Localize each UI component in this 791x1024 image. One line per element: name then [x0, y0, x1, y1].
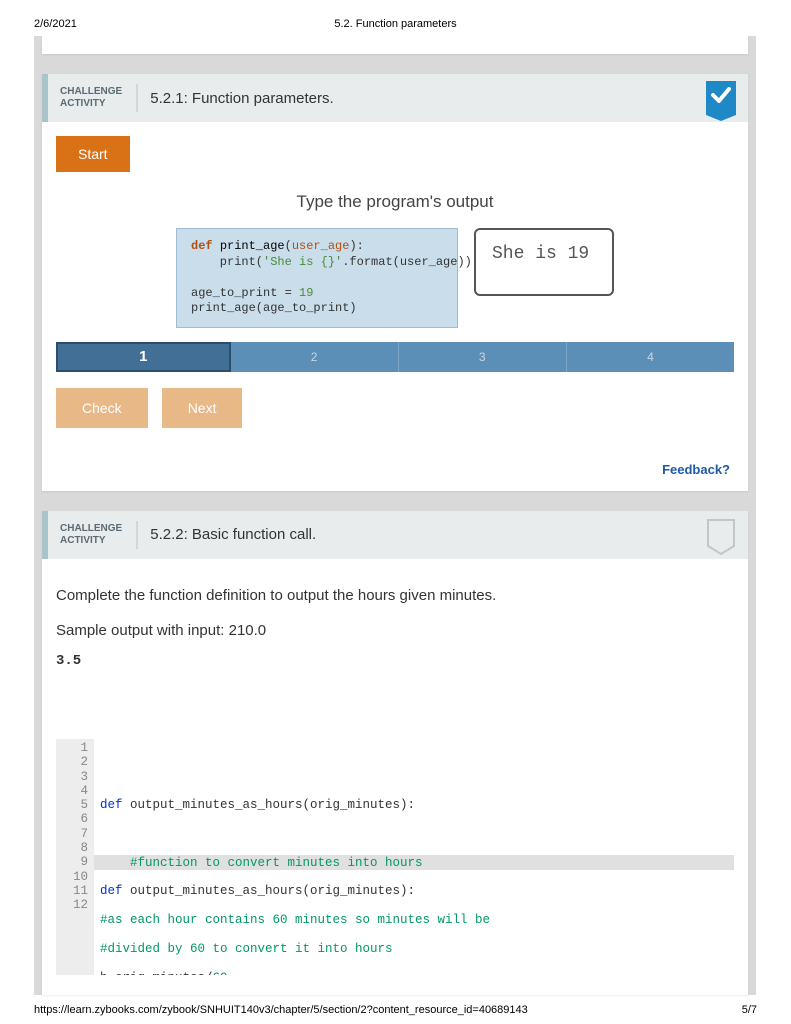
activity-body: Complete the function definition to outp… [42, 559, 748, 995]
sample-output: 3.5 [56, 653, 734, 669]
print-page: 5/7 [742, 1004, 757, 1016]
code-box: def print_age(user_age): print('She is {… [176, 228, 458, 328]
challenge-activity-label: CHALLENGE ACTIVITY [48, 521, 138, 549]
code-area[interactable]: def output_minutes_as_hours(orig_minutes… [94, 739, 734, 975]
completion-badge [706, 81, 736, 115]
activity-title: 5.2.1: Function parameters. [138, 90, 706, 107]
step-3[interactable]: 3 [399, 342, 567, 372]
print-date: 2/6/2021 [34, 18, 77, 30]
step-tabs: 1 2 3 4 [56, 342, 734, 372]
checkmark-icon [706, 81, 736, 109]
activity-title: 5.2.2: Basic function call. [138, 526, 706, 543]
line-gutter: 1 2 3 4 5 6 7 8 9 10 11 12 [56, 739, 94, 975]
code-editor[interactable]: 1 2 3 4 5 6 7 8 9 10 11 12 def output_mi… [56, 739, 734, 975]
prompt-title: Type the program's output [56, 192, 734, 212]
activity-5-2-1: CHALLENGE ACTIVITY 5.2.1: Function param… [42, 74, 748, 491]
step-2[interactable]: 2 [231, 342, 399, 372]
previous-card-stub [42, 36, 748, 54]
activity-header: CHALLENGE ACTIVITY 5.2.1: Function param… [42, 74, 748, 122]
feedback-link[interactable]: Feedback? [42, 448, 748, 491]
step-1[interactable]: 1 [56, 342, 231, 372]
page-body: CHALLENGE ACTIVITY 5.2.1: Function param… [34, 36, 756, 995]
challenge-activity-label: CHALLENGE ACTIVITY [48, 84, 138, 112]
activity-header: CHALLENGE ACTIVITY 5.2.2: Basic function… [42, 511, 748, 559]
completion-badge [706, 518, 736, 552]
sample-label: Sample output with input: 210.0 [56, 622, 734, 639]
activity-5-2-2: CHALLENGE ACTIVITY 5.2.2: Basic function… [42, 511, 748, 995]
action-buttons: Check Next [56, 388, 734, 428]
start-button[interactable]: Start [56, 136, 130, 172]
print-url: https://learn.zybooks.com/zybook/SNHUIT1… [34, 1004, 528, 1016]
step-4[interactable]: 4 [567, 342, 734, 372]
code-and-output-row: def print_age(user_age): print('She is {… [56, 228, 734, 328]
check-button[interactable]: Check [56, 388, 148, 428]
instruction-text: Complete the function definition to outp… [56, 587, 734, 604]
print-title: 5.2. Function parameters [334, 18, 456, 30]
output-box[interactable]: She is 19 [474, 228, 614, 296]
next-button[interactable]: Next [162, 388, 243, 428]
activity-body: Start Type the program's output def prin… [42, 122, 748, 448]
shield-outline-icon [706, 518, 736, 556]
